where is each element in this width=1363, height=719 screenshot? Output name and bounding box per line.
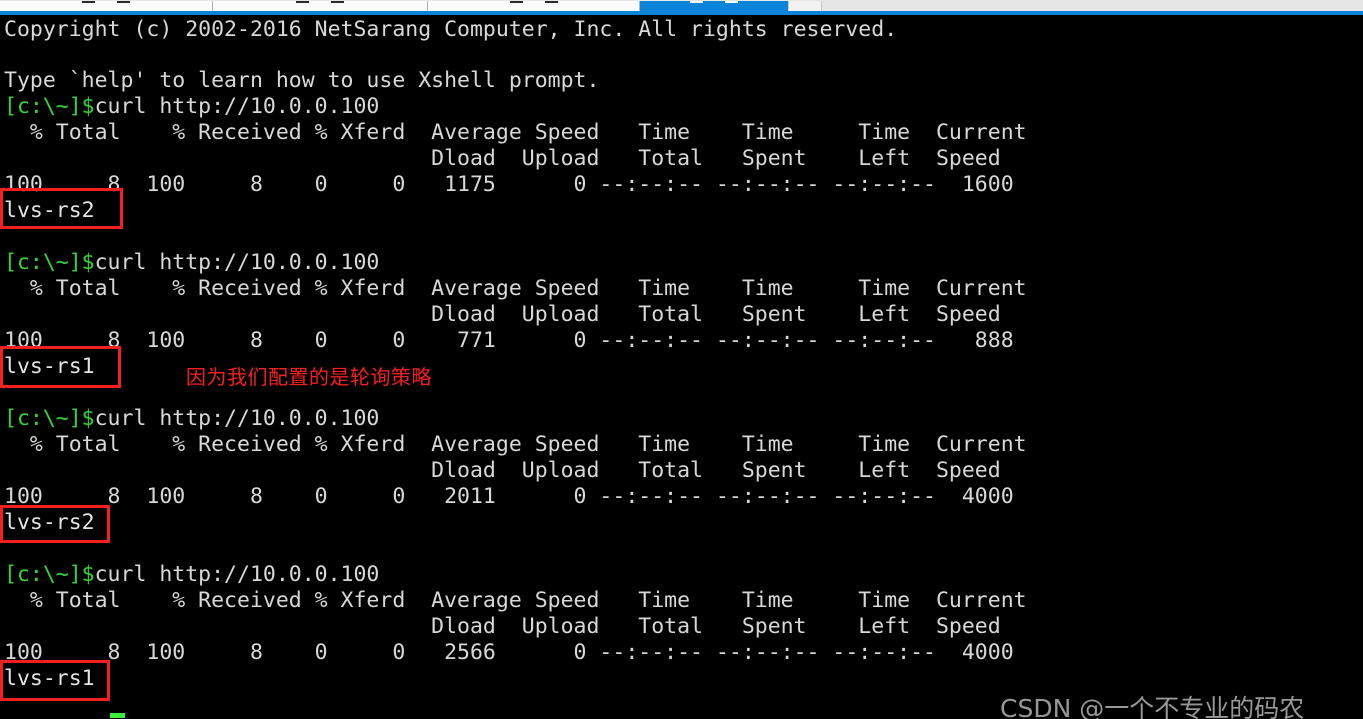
command-line-4: [c:\~]$curl http://10.0.0.100 — [4, 562, 379, 588]
curl-stats-3: 100 8 100 8 0 0 2011 0 --:--:-- --:--:--… — [4, 484, 1014, 509]
curl-header-line-3b: Dload Upload Total Spent Left Speed — [4, 458, 1001, 483]
command-line-1: [c:\~]$curl http://10.0.0.100 — [4, 94, 379, 120]
tab-glyph — [544, 1, 558, 3]
command-text: curl http://10.0.0.100 — [94, 406, 380, 431]
command-text: curl http://10.0.0.100 — [94, 250, 380, 275]
tab-glyph — [509, 1, 523, 3]
shell-prompt: [c:\~]$ — [4, 562, 95, 587]
curl-header-line-4b: Dload Upload Total Spent Left Speed — [4, 614, 1001, 639]
curl-response-1: lvs-rs2 — [4, 198, 95, 223]
tab-glyph — [331, 1, 344, 3]
curl-stats-1: 100 8 100 8 0 0 1175 0 --:--:-- --:--:--… — [4, 172, 1014, 197]
tab-1-label-row — [0, 1, 212, 6]
command-line-3: [c:\~]$curl http://10.0.0.100 — [4, 406, 379, 432]
curl-response-4: lvs-rs1 — [4, 666, 95, 691]
tab-glyph — [725, 1, 738, 3]
curl-response-2: lvs-rs1 — [4, 354, 95, 379]
banner-copyright: Copyright (c) 2002-2016 NetSarang Comput… — [4, 17, 898, 42]
annotation-note: 因为我们配置的是轮询策略 — [186, 365, 432, 389]
terminal-screen[interactable]: Copyright (c) 2002-2016 NetSarang Comput… — [0, 15, 1363, 719]
curl-header-line-3a: % Total % Received % Xferd Average Speed… — [4, 432, 1027, 457]
terminal-cursor — [110, 713, 125, 718]
command-text: curl http://10.0.0.100 — [94, 562, 380, 587]
curl-stats-2: 100 8 100 8 0 0 771 0 --:--:-- --:--:-- … — [4, 328, 1014, 353]
curl-stats-4: 100 8 100 8 0 0 2566 0 --:--:-- --:--:--… — [4, 640, 1014, 665]
shell-prompt: [c:\~]$ — [4, 406, 95, 431]
shell-prompt: [c:\~]$ — [4, 94, 95, 119]
tab-glyph — [117, 1, 130, 3]
curl-header-line-1a: % Total % Received % Xferd Average Speed… — [4, 120, 1027, 145]
tab-glyph — [296, 1, 309, 3]
curl-header-line-4a: % Total % Received % Xferd Average Speed… — [4, 588, 1027, 613]
command-text: curl http://10.0.0.100 — [94, 94, 380, 119]
tab-glyph — [690, 1, 703, 3]
curl-header-line-2a: % Total % Received % Xferd Average Speed… — [4, 276, 1027, 301]
shell-prompt: [c:\~]$ — [4, 250, 95, 275]
command-line-2: [c:\~]$curl http://10.0.0.100 — [4, 250, 379, 276]
tab-4-label-row — [640, 1, 788, 6]
curl-header-line-2b: Dload Upload Total Spent Left Speed — [4, 302, 1001, 327]
csdn-watermark: CSDN @一个不专业的码农 — [1000, 694, 1305, 719]
curl-header-line-1b: Dload Upload Total Spent Left Speed — [4, 146, 1001, 171]
tab-3-label-row — [428, 1, 639, 6]
tab-glyph — [82, 1, 95, 3]
banner-help-hint: Type `help' to learn how to use Xshell p… — [4, 68, 600, 93]
curl-response-3: lvs-rs2 — [4, 510, 95, 535]
tab-2-label-row — [213, 1, 427, 6]
